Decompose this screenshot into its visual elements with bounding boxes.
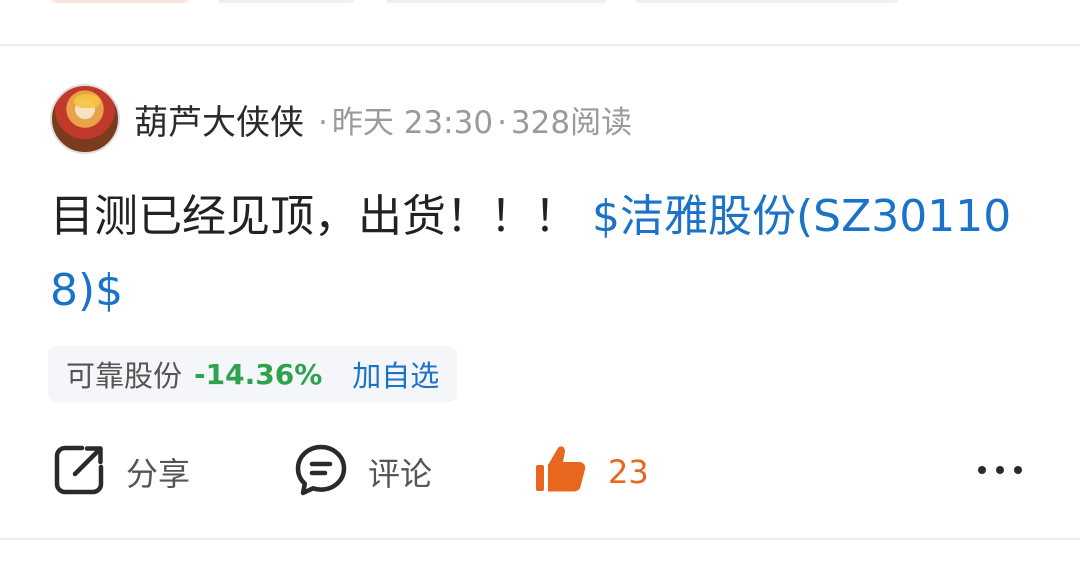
previous-tag[interactable] — [52, 0, 188, 3]
post-text: 目测已经见顶，出货！！！ — [50, 191, 578, 242]
avatar[interactable] — [50, 84, 120, 154]
post-card[interactable]: 葫芦大侠侠 · 昨天 23:30 · 328阅读 目测已经见顶，出货！！！ $洁雅股份… — [0, 46, 1080, 538]
action-bar: 分享 评论 23 — [0, 442, 1080, 502]
previous-tag[interactable] — [218, 0, 354, 3]
read-count: 328阅读 — [510, 104, 633, 141]
share-icon — [52, 443, 106, 501]
add-watchlist-button[interactable]: 加自选 — [352, 353, 439, 395]
comment-button[interactable]: 评论 — [294, 442, 432, 502]
post-meta: · 昨天 23:30 · 328阅读 — [314, 97, 632, 142]
stock-change: -14.36% — [194, 357, 323, 391]
author-name[interactable]: 葫芦大侠侠 — [134, 95, 304, 144]
post-time: 昨天 23:30 — [331, 104, 494, 141]
previous-tag[interactable] — [386, 0, 606, 3]
share-button[interactable]: 分享 — [52, 442, 190, 502]
meta-separator: · — [497, 104, 507, 141]
stock-name: 可靠股份 — [66, 359, 183, 393]
previous-tag[interactable] — [636, 0, 898, 3]
post-content[interactable]: 目测已经见顶，出货！！！ $洁雅股份(SZ301108)$ — [50, 180, 1040, 328]
divider — [0, 538, 1080, 540]
comment-icon — [294, 443, 348, 501]
thumbs-up-icon — [534, 443, 588, 501]
comment-label: 评论 — [368, 455, 433, 493]
more-button[interactable] — [976, 442, 1024, 502]
previous-tags-strip — [0, 0, 1080, 6]
like-count: 23 — [608, 453, 649, 491]
more-icon — [976, 460, 1024, 484]
stock-chip[interactable]: 可靠股份 -14.36% 加自选 — [48, 346, 458, 402]
meta-separator: · — [318, 104, 328, 141]
like-button[interactable]: 23 — [534, 442, 649, 502]
share-label: 分享 — [126, 455, 191, 493]
author-row: 葫芦大侠侠 · 昨天 23:30 · 328阅读 — [50, 84, 632, 154]
